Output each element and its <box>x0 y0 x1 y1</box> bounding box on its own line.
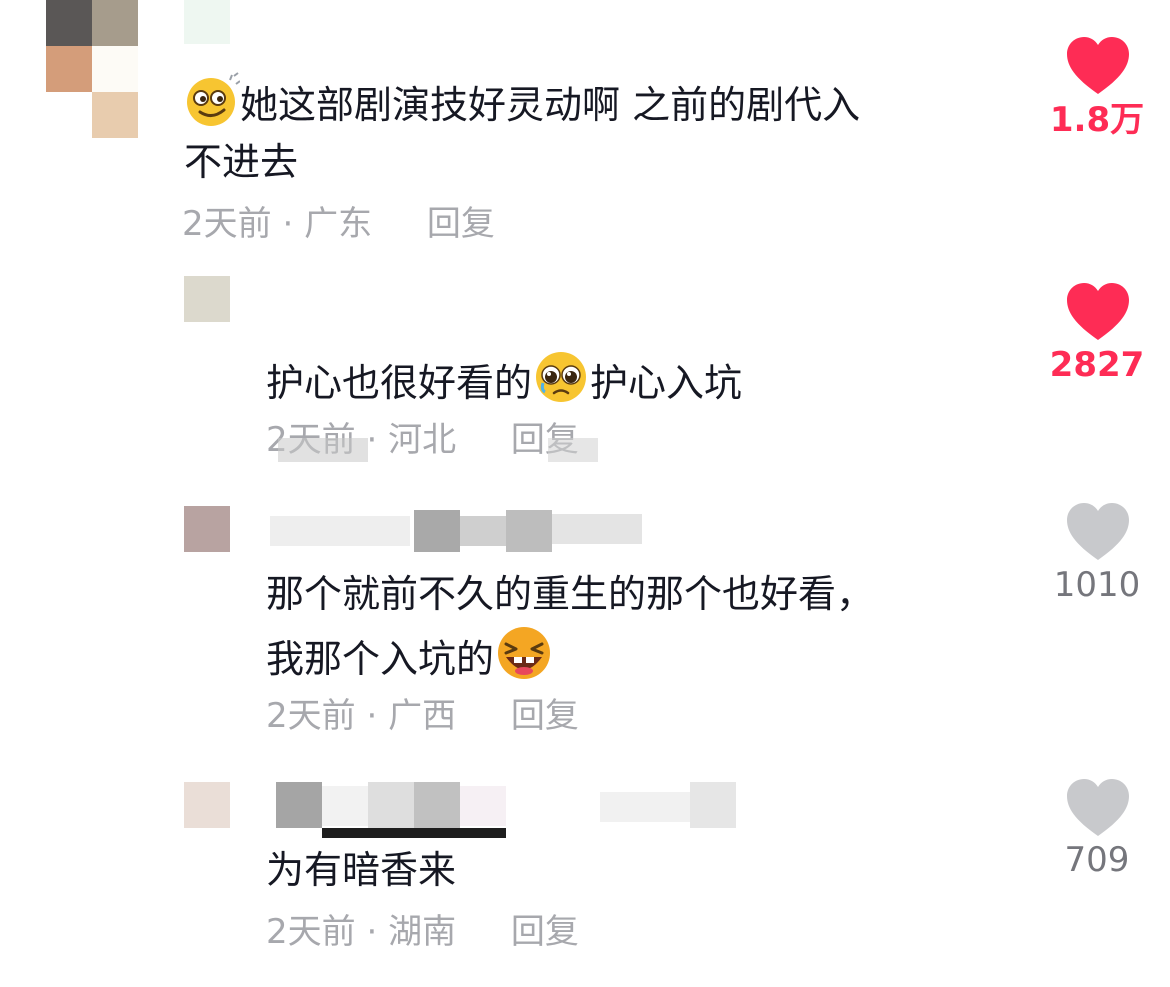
comment-time: 2天前 <box>182 204 272 244</box>
pleading-face-emoji-icon <box>536 352 587 402</box>
comment-text-line2: 不进去 <box>184 140 299 184</box>
username-blurred[interactable] <box>270 508 642 552</box>
comment-text-line1: 那个就前不久的重生的那个也好看， <box>266 572 875 616</box>
comment-text: 护心也很好看的 护心入坑 <box>266 348 742 413</box>
like-count: 1.8万 <box>1049 100 1145 140</box>
heart-liked-icon[interactable] <box>1065 36 1131 96</box>
comment-text-line1: 她这部剧演技好灵动啊 之前的剧代入 <box>240 83 861 127</box>
comment-meta: 2天前 · 广东 回复 <box>182 204 495 244</box>
comment-time: 2天前 <box>266 696 356 736</box>
avatar[interactable] <box>46 0 138 138</box>
heart-unliked-icon[interactable] <box>1065 778 1131 838</box>
dizzy-face-emoji-icon <box>187 72 240 126</box>
avatar[interactable] <box>184 506 230 552</box>
comment-text-line1: 为有暗香来 <box>266 848 457 892</box>
reply-button[interactable]: 回复 <box>511 912 579 952</box>
comment-text-line2: 我那个入坑的 <box>266 637 495 681</box>
mosaic-block <box>278 438 368 462</box>
laughing-face-emoji-icon <box>498 627 551 679</box>
separator-dot: · <box>282 204 294 244</box>
like-count: 709 <box>1064 840 1130 880</box>
comment-location: 河北 <box>388 420 457 460</box>
separator-dot: · <box>366 696 378 736</box>
heart-unliked-icon[interactable] <box>1065 502 1131 562</box>
separator-dot: · <box>366 912 378 952</box>
like-count: 2827 <box>1049 345 1145 385</box>
comment-text-part1: 护心也很好看的 <box>266 361 533 405</box>
username-blurred[interactable] <box>184 0 230 44</box>
heart-liked-icon[interactable] <box>1065 282 1131 342</box>
comment-text: 她这部剧演技好灵动啊 之前的剧代入 <box>184 72 860 135</box>
comment-time: 2天前 <box>266 912 356 952</box>
comment-meta: 2天前 · 湖南 回复 <box>266 912 579 952</box>
comment-meta: 2天前 · 广西 回复 <box>266 696 579 736</box>
comment-text: 我那个入坑的 <box>266 624 554 689</box>
comment-location: 湖南 <box>388 912 457 952</box>
comment-text-part2: 护心入坑 <box>590 361 743 405</box>
reply-button[interactable]: 回复 <box>427 204 495 244</box>
separator-dot: · <box>366 420 378 460</box>
comment-location: 广西 <box>388 696 457 736</box>
reply-button[interactable]: 回复 <box>511 696 579 736</box>
like-count: 1010 <box>1053 565 1141 605</box>
mosaic-block <box>548 438 598 462</box>
avatar[interactable] <box>184 782 230 828</box>
avatar[interactable] <box>184 276 230 322</box>
comment-location: 广东 <box>304 204 373 244</box>
